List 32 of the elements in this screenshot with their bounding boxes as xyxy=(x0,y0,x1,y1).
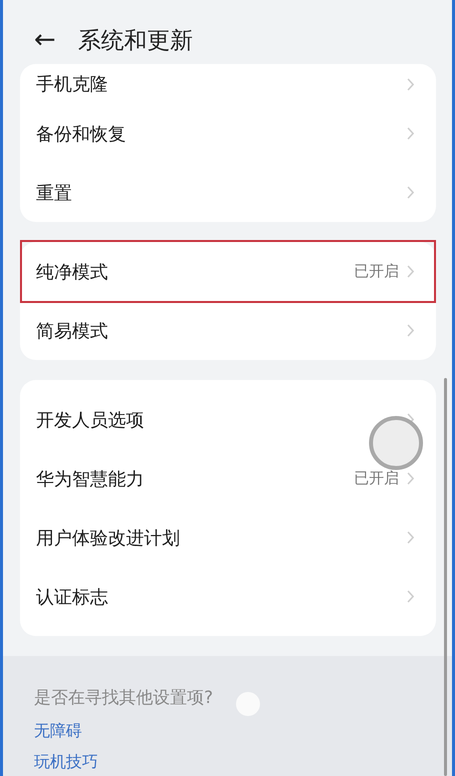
chevron-right-icon xyxy=(407,265,414,278)
chevron-right-icon xyxy=(407,127,414,140)
page-title: 系统和更新 xyxy=(78,26,193,56)
chevron-right-icon xyxy=(407,324,414,337)
settings-row[interactable]: 纯净模式 已开启 xyxy=(22,242,434,301)
setting-label: 重置 xyxy=(36,182,73,204)
settings-row[interactable]: 用户体验改进计划 xyxy=(22,508,434,567)
setting-status: 已开启 xyxy=(354,262,399,281)
settings-row[interactable]: 简易模式 xyxy=(22,301,434,360)
setting-status: 已开启 xyxy=(354,469,399,488)
setting-label: 手机克隆 xyxy=(36,73,109,96)
setting-label: 简易模式 xyxy=(36,320,109,342)
suggestion-link[interactable]: 玩机技巧 xyxy=(34,752,98,773)
chevron-right-icon xyxy=(407,186,414,199)
setting-label: 认证标志 xyxy=(36,586,109,608)
chevron-right-icon xyxy=(407,472,414,485)
chevron-right-icon xyxy=(407,78,414,90)
setting-label: 用户体验改进计划 xyxy=(36,526,181,550)
setting-label: 纯净模式 xyxy=(36,260,109,284)
setting-label: 备份和恢复 xyxy=(36,122,127,146)
settings-row[interactable]: 认证标志 xyxy=(22,567,434,626)
settings-row[interactable]: 备份和恢复 xyxy=(22,104,434,163)
settings-row[interactable]: 手机克隆 xyxy=(22,64,434,104)
suggestion-link[interactable]: 无障碍 xyxy=(34,721,82,742)
setting-label: 开发人员选项 xyxy=(36,408,145,432)
settings-row[interactable]: 华为智慧能力 已开启 xyxy=(22,449,434,508)
setting-label: 华为智慧能力 xyxy=(36,468,145,490)
suggestion-question: 是否在寻找其他设置项? xyxy=(34,687,214,709)
back-button[interactable]: ← xyxy=(34,25,56,55)
chevron-right-icon xyxy=(407,531,414,544)
chevron-right-icon xyxy=(407,590,414,603)
settings-row[interactable]: 重置 xyxy=(22,163,434,222)
